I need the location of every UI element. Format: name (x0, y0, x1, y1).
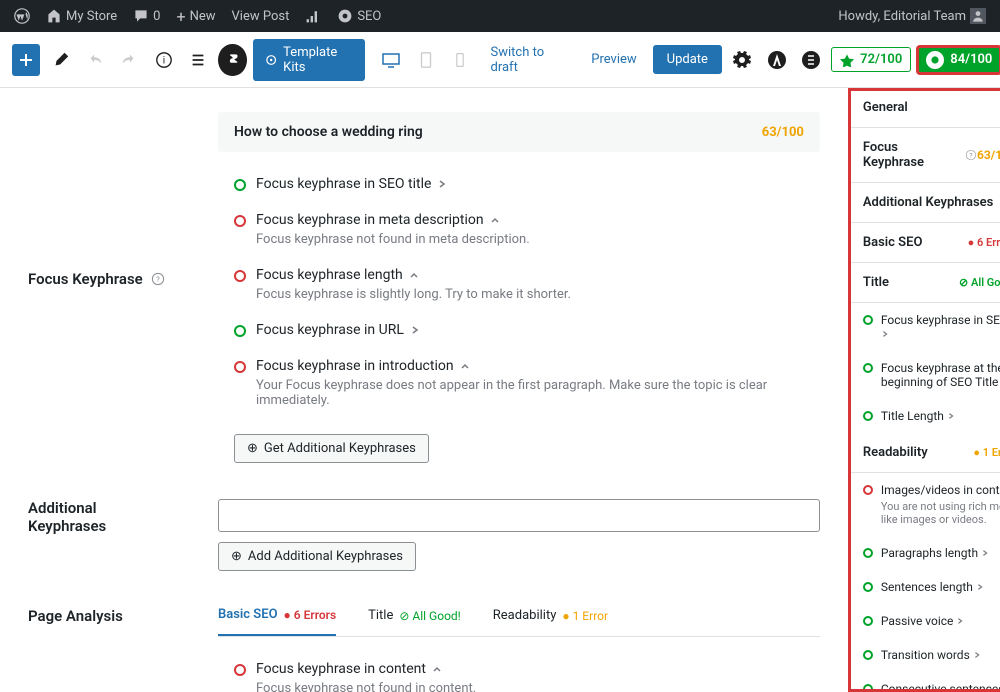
status-dot-icon (863, 616, 873, 626)
panel-row[interactable]: Title⊘ All Good! (849, 263, 1000, 303)
keyphrase-check-row[interactable]: Focus keyphrase in URL (218, 312, 820, 348)
add-additional-keyphrases-button[interactable]: ⊕Add Additional Keyphrases (218, 542, 416, 571)
panel-readability-row[interactable]: Readability ● 1 Error (849, 433, 1000, 473)
new-link[interactable]: +New (170, 0, 221, 32)
desktop-view-button[interactable] (377, 44, 405, 76)
svg-text:i: i (163, 55, 165, 66)
keyphrase-check-row[interactable]: Focus keyphrase in meta description Focu… (218, 202, 820, 257)
panel-check-item[interactable]: Passive voice (849, 604, 1000, 638)
panel-row[interactable]: Basic SEO● 6 Errors (849, 223, 1000, 263)
status-dot-icon (234, 179, 246, 191)
keyphrase-check-row[interactable]: Focus keyphrase length Focus keyphrase i… (218, 257, 820, 312)
editor-canvas: Focus Keyphrase ? How to choose a weddin… (0, 88, 848, 692)
wp-logo[interactable] (8, 0, 36, 32)
status-dot-icon (234, 215, 246, 227)
panel-check-item[interactable]: Transition words (849, 638, 1000, 672)
view-post-link[interactable]: View Post (226, 0, 296, 32)
ak-title: Additional Keyphrases (28, 499, 106, 535)
get-additional-keyphrases-button[interactable]: ⊕Get Additional Keyphrases (234, 434, 429, 463)
undo-button[interactable] (81, 44, 109, 76)
panel-header: General ✕ (849, 88, 1000, 128)
status-dot-icon (863, 315, 873, 325)
tablet-view-button[interactable] (412, 44, 440, 76)
wp-admin-bar: My Store 0 +New View Post SEO Howdy, Edi… (0, 0, 1000, 32)
status-dot-icon (863, 684, 873, 692)
panel-check-item[interactable]: Focus keyphrase at the beginning of SEO … (849, 351, 1000, 399)
add-block-button[interactable] (12, 44, 40, 76)
status-dot-icon (234, 325, 246, 337)
preview-link[interactable]: Preview (581, 46, 646, 73)
mobile-view-button[interactable] (446, 44, 474, 76)
analysis-tabs: Basic SEO● 6 Errors Title⊘ All Good! Reada… (218, 607, 820, 637)
status-dot-icon (863, 411, 873, 421)
site-link[interactable]: My Store (40, 0, 123, 32)
keyphrase-display: How to choose a wedding ring 63/100 (218, 112, 820, 152)
edit-mode-button[interactable] (46, 44, 74, 76)
keyphrase-score: 63/100 (762, 125, 804, 140)
status-dot-icon (863, 485, 873, 495)
switch-draft-link[interactable]: Switch to draft (481, 39, 576, 81)
info-button[interactable]: i (150, 44, 178, 76)
fk-title: Focus Keyphrase (28, 270, 143, 288)
spectra-button[interactable] (218, 44, 246, 76)
panel-row[interactable]: Additional Keyphrases (849, 183, 1000, 223)
pa-title: Page Analysis (28, 607, 123, 625)
help-icon[interactable]: ? (151, 272, 165, 286)
page-analysis-section: Page Analysis Basic SEO● 6 Errors Title⊘ … (28, 607, 820, 692)
keyphrase-check-row[interactable]: Focus keyphrase in SEO title (218, 166, 820, 202)
svg-text:?: ? (970, 151, 973, 159)
seo-sidebar-panel: General ✕ Focus Keyphrase?63/100Addition… (848, 88, 1000, 692)
status-dot-icon (234, 361, 246, 373)
gear-icon[interactable] (728, 44, 756, 76)
update-button[interactable]: Update (653, 45, 722, 74)
seo-link[interactable]: SEO (331, 0, 387, 32)
additional-keyphrases-section: Additional Keyphrases ⊕Add Additional Ke… (28, 499, 820, 571)
panel-check-item[interactable]: Title Length (849, 399, 1000, 433)
status-dot-icon (863, 582, 873, 592)
panel-check-item[interactable]: Focus keyphrase in SEO title (849, 303, 1000, 351)
status-dot-icon (863, 548, 873, 558)
rankmath-icon[interactable] (299, 0, 327, 32)
status-dot-icon (863, 650, 873, 660)
panel-check-item[interactable]: Sentences length (849, 570, 1000, 604)
redo-button[interactable] (115, 44, 143, 76)
status-dot-icon (863, 363, 873, 373)
score-84[interactable]: 84/100 (917, 46, 1000, 74)
howdy[interactable]: Howdy, Editorial Team (832, 0, 992, 32)
tab-readability[interactable]: Readability● 1 Error (493, 607, 608, 636)
keyphrase-check-row[interactable]: Focus keyphrase in introduction Your Foc… (218, 348, 820, 418)
spectra-panel-icon[interactable] (797, 44, 825, 76)
editor-toolbar: i Template Kits Switch to draft Preview … (0, 32, 1000, 88)
svg-text:?: ? (156, 274, 160, 283)
comments-link[interactable]: 0 (127, 0, 166, 32)
panel-check-item[interactable]: Consecutive sentences (849, 672, 1000, 692)
score-72[interactable]: 72/100 (831, 47, 911, 72)
focus-keyphrase-section: Focus Keyphrase ? How to choose a weddin… (28, 112, 820, 463)
template-kits-button[interactable]: Template Kits (253, 39, 365, 81)
astra-icon[interactable] (762, 44, 790, 76)
status-dot-icon (234, 664, 246, 676)
outline-button[interactable] (184, 44, 212, 76)
panel-row[interactable]: Focus Keyphrase?63/100 (849, 128, 1000, 183)
analysis-check-row[interactable]: Focus keyphrase in content Focus keyphra… (218, 651, 820, 692)
keyphrase-text: How to choose a wedding ring (234, 124, 423, 140)
panel-check-item[interactable]: Paragraphs length (849, 536, 1000, 570)
block-editor: i Template Kits Switch to draft Preview … (0, 32, 1000, 692)
tab-basic-seo[interactable]: Basic SEO● 6 Errors (218, 607, 336, 636)
panel-check-item[interactable]: Images/videos in content You are not usi… (849, 473, 1000, 536)
additional-keyphrase-input[interactable] (218, 499, 820, 532)
tab-title[interactable]: Title⊘ All Good! (368, 607, 461, 636)
chevron-up-icon (432, 664, 442, 674)
status-dot-icon (234, 270, 246, 282)
